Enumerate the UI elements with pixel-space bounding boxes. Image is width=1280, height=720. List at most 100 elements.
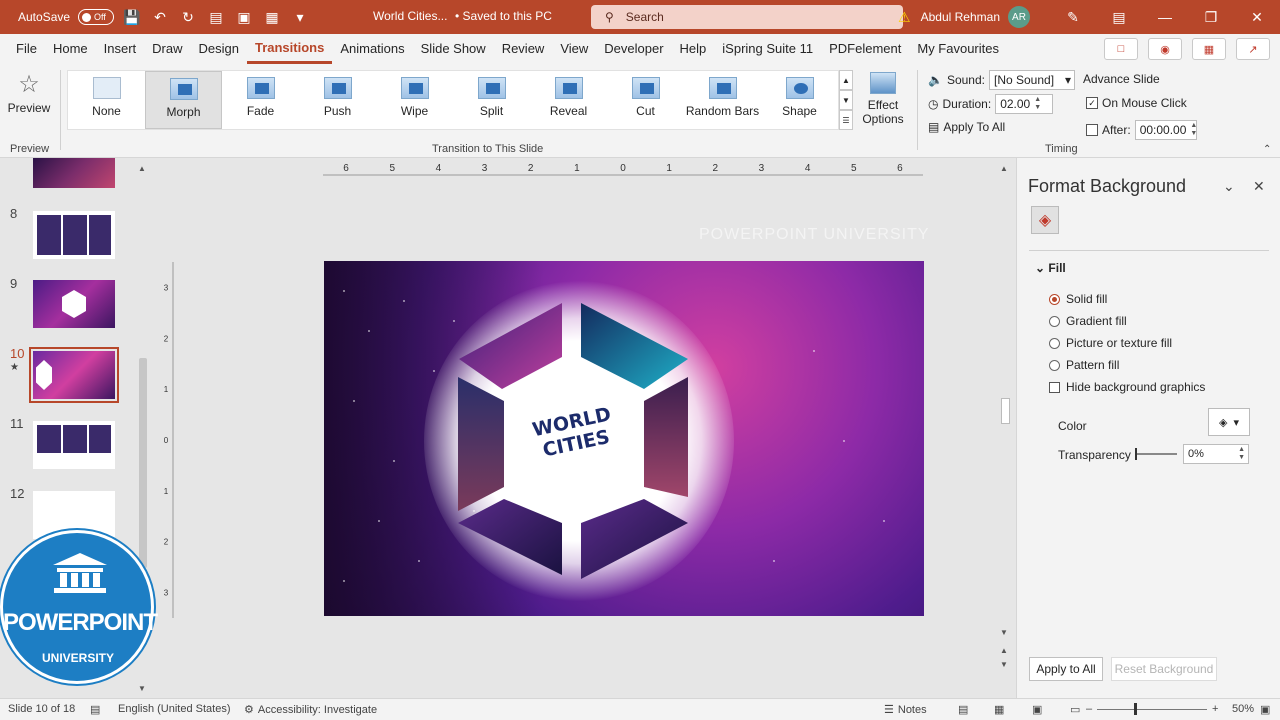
transition-cut[interactable]: Cut	[607, 71, 684, 129]
accessibility-button[interactable]: ⚙ Accessibility: Investigate	[244, 703, 377, 717]
hide-bg-checkbox[interactable]: Hide background graphics	[1049, 380, 1205, 394]
tab-design[interactable]: Design	[191, 34, 247, 64]
present-teams-icon[interactable]: ▦	[1192, 38, 1226, 60]
user-name[interactable]: Abdul Rehman	[921, 10, 1000, 24]
redo-icon[interactable]: ↻	[178, 7, 198, 27]
preview-button[interactable]: ☆ Preview	[4, 70, 54, 130]
reading-view-icon[interactable]: ▣	[1032, 703, 1042, 716]
spinner-icon[interactable]: ▲ ▼	[1238, 446, 1245, 462]
fill-bucket-icon[interactable]: ◈	[1031, 206, 1059, 234]
tab-insert[interactable]: Insert	[96, 34, 145, 64]
scroll-up-icon[interactable]: ▲	[1000, 164, 1008, 173]
gradient-fill-radio[interactable]: Gradient fill	[1049, 314, 1127, 328]
pane-options-icon[interactable]: ⌄	[1223, 178, 1235, 195]
color-picker-button[interactable]: ◈ ▾	[1208, 408, 1250, 436]
ribbon-display-icon[interactable]: ▤	[1096, 0, 1142, 34]
autosave-toggle[interactable]: Off	[78, 9, 115, 25]
close-button[interactable]: ✕	[1234, 0, 1280, 34]
gallery-up-icon[interactable]: ▲	[839, 70, 853, 90]
slide-thumbnail-9[interactable]	[33, 280, 115, 328]
warning-icon[interactable]: ⚠	[898, 9, 911, 26]
tab-slide-show[interactable]: Slide Show	[413, 34, 494, 64]
fill-section-header[interactable]: ⌄ Fill	[1035, 261, 1066, 275]
next-slide-icon[interactable]: ▼	[1000, 660, 1008, 669]
slide-thumbnail-10[interactable]	[29, 347, 119, 403]
slide-thumbnail-8[interactable]	[33, 211, 115, 259]
sound-select[interactable]: [No Sound] ▾	[989, 70, 1075, 90]
record-icon[interactable]: ◉	[1148, 38, 1182, 60]
slide-canvas[interactable]: WORLD CITIES	[324, 261, 924, 616]
transition-random-bars[interactable]: Random Bars	[684, 71, 761, 129]
after-field[interactable]: 00:00.00 ▲ ▼	[1134, 120, 1197, 140]
on-mouse-click-checkbox[interactable]: ✓ On Mouse Click	[1086, 96, 1187, 110]
pattern-fill-radio[interactable]: Pattern fill	[1049, 358, 1119, 372]
transition-shape[interactable]: Shape	[761, 71, 838, 129]
fit-slide-icon[interactable]: ▣	[1260, 703, 1270, 716]
transition-reveal[interactable]: Reveal	[530, 71, 607, 129]
spellcheck-icon[interactable]: ▤	[90, 703, 100, 716]
transition-morph[interactable]: Morph	[145, 71, 222, 129]
scroll-down-icon[interactable]: ▼	[138, 684, 146, 693]
share-icon[interactable]: ↗	[1236, 38, 1270, 60]
minimize-button[interactable]: —	[1142, 0, 1188, 34]
save-icon[interactable]: 💾	[122, 7, 142, 27]
scroll-down-icon[interactable]: ▼	[1000, 628, 1008, 637]
zoom-slider-knob[interactable]	[1134, 703, 1137, 715]
scroll-thumb[interactable]	[1001, 398, 1010, 424]
apply-to-all-button[interactable]: Apply to All	[1029, 657, 1103, 681]
tab-animations[interactable]: Animations	[332, 34, 412, 64]
effect-options-button[interactable]: Effect Options	[856, 72, 910, 126]
transparency-slider[interactable]	[1135, 448, 1177, 460]
tab-my-favourites[interactable]: My Favourites	[909, 34, 1007, 64]
slide-thumbnail-7[interactable]	[33, 158, 115, 188]
notes-button[interactable]: ☰ Notes	[884, 703, 927, 717]
transparency-field[interactable]: 0% ▲ ▼	[1183, 444, 1249, 464]
undo-icon[interactable]: ↶	[150, 7, 170, 27]
tab-help[interactable]: Help	[672, 34, 715, 64]
scroll-thumb[interactable]	[139, 358, 147, 568]
slide-thumbnail-11[interactable]	[33, 421, 115, 469]
transition-none[interactable]: None	[68, 71, 145, 129]
zoom-slider[interactable]	[1097, 709, 1207, 710]
zoom-in-icon[interactable]: +	[1212, 703, 1218, 715]
after-checkbox[interactable]	[1086, 124, 1098, 136]
tab-ispring[interactable]: iSpring Suite 11	[714, 34, 821, 64]
tab-file[interactable]: File	[8, 34, 45, 64]
avatar[interactable]: AR	[1008, 6, 1030, 28]
scroll-up-icon[interactable]: ▲	[138, 164, 146, 173]
gallery-down-icon[interactable]: ▼	[839, 90, 853, 110]
spinner-icon[interactable]: ▲ ▼	[1034, 96, 1041, 112]
apply-all-button[interactable]: ▤ Apply To All	[928, 120, 1005, 134]
tab-view[interactable]: View	[552, 34, 596, 64]
close-icon[interactable]: ✕	[1253, 178, 1265, 195]
transition-push[interactable]: Push	[299, 71, 376, 129]
transition-wipe[interactable]: Wipe	[376, 71, 453, 129]
tab-transitions[interactable]: Transitions	[246, 34, 333, 64]
normal-view-icon[interactable]: ▤	[958, 703, 968, 716]
open-icon[interactable]: ▣	[234, 7, 254, 27]
tab-review[interactable]: Review	[494, 34, 553, 64]
tab-pdfelement[interactable]: PDFelement	[821, 34, 909, 64]
tab-draw[interactable]: Draw	[144, 34, 190, 64]
gallery-more-icon[interactable]: ☰	[839, 110, 853, 130]
tab-home[interactable]: Home	[45, 34, 96, 64]
comments-icon[interactable]: □	[1104, 38, 1138, 60]
editor-scrollbar[interactable]: ▲ ▼ ▲ ▼	[998, 158, 1012, 698]
transition-fade[interactable]: Fade	[222, 71, 299, 129]
search-box[interactable]: ⚲ Search	[591, 5, 903, 29]
spinner-icon[interactable]: ▲ ▼	[1190, 122, 1197, 138]
pdf-icon[interactable]: ▦	[262, 7, 282, 27]
language-indicator[interactable]: English (United States)	[118, 703, 231, 715]
slideshow-icon[interactable]: ▭	[1070, 703, 1080, 716]
pen-icon[interactable]: ✎	[1050, 0, 1096, 34]
collapse-ribbon-icon[interactable]: ⌃	[1263, 144, 1271, 155]
slider-knob[interactable]	[1135, 448, 1137, 460]
zoom-out-icon[interactable]: –	[1086, 703, 1092, 715]
tab-developer[interactable]: Developer	[596, 34, 671, 64]
duration-field[interactable]: 02.00 ▲ ▼	[995, 94, 1054, 114]
solid-fill-radio[interactable]: Solid fill	[1049, 292, 1107, 306]
picture-fill-radio[interactable]: Picture or texture fill	[1049, 336, 1172, 350]
presentation-icon[interactable]: ▤	[206, 7, 226, 27]
restore-button[interactable]: ❐	[1188, 0, 1234, 34]
previous-slide-icon[interactable]: ▲	[1000, 646, 1008, 655]
